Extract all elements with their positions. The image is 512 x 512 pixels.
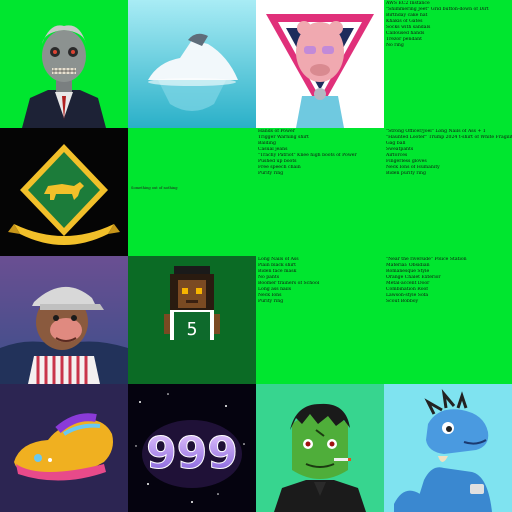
shoe-image xyxy=(0,384,128,512)
tile-frankenstein[interactable] xyxy=(256,384,384,512)
nft-grid: AWS EC2 Instance "Shimmering Jeet" Grid … xyxy=(0,0,512,512)
caption-text: Something out of nothing xyxy=(131,186,178,190)
iceberg-image xyxy=(128,0,256,128)
tile-pixel-character[interactable]: 5 xyxy=(128,256,256,384)
dinosaur-image xyxy=(384,384,512,512)
trait-line: Biden purity ring xyxy=(386,171,426,176)
tile-ape[interactable] xyxy=(0,256,128,384)
tile-alpaca[interactable] xyxy=(256,0,384,128)
traits-list-power: Hands of Power Trigger Warning shirt Bal… xyxy=(258,129,384,177)
trait-line: Purity ring xyxy=(258,299,284,304)
tile-traits-nails[interactable]: Long Nails of Ass Plain black shirt Bide… xyxy=(256,256,384,384)
bull-badge-image xyxy=(0,128,128,256)
number-999-text: 999 xyxy=(146,428,238,479)
traits-list-officer: "Strong Officer/Joel" Long Nails of Ass … xyxy=(386,129,512,177)
number-999-image: 999 xyxy=(128,384,256,512)
tile-bull-badge[interactable] xyxy=(0,128,128,256)
tile-zombie-suit[interactable] xyxy=(0,0,128,128)
tile-dinosaur[interactable] xyxy=(384,384,512,512)
frankenstein-image xyxy=(256,384,384,512)
tile-traits-power[interactable]: Hands of Power Trigger Warning shirt Bal… xyxy=(256,128,384,256)
trait-line: No ring xyxy=(386,43,404,48)
pixel-character-image: 5 xyxy=(128,256,256,384)
trait-line: Scout Bobboy xyxy=(386,299,419,304)
tile-traits-officer[interactable]: "Strong Officer/Joel" Long Nails of Ass … xyxy=(384,128,512,256)
tile-iceberg[interactable] xyxy=(128,0,256,128)
tile-something-nothing[interactable]: Something out of nothing xyxy=(128,128,256,256)
tile-traits-station[interactable]: "Near the riverside" Police Station Mate… xyxy=(384,256,512,384)
tile-shoe[interactable] xyxy=(0,384,128,512)
tile-999[interactable]: 999 xyxy=(128,384,256,512)
traits-list-nails: Long Nails of Ass Plain black shirt Bide… xyxy=(258,257,384,305)
trait-line: Purity ring xyxy=(258,171,284,176)
ape-image xyxy=(0,256,128,384)
tile-traits-aws[interactable]: AWS EC2 Instance "Shimmering Jeet" Grid … xyxy=(384,0,512,128)
traits-list-aws: AWS EC2 Instance "Shimmering Jeet" Grid … xyxy=(386,1,512,49)
traits-list-station: "Near the riverside" Police Station Mate… xyxy=(386,257,512,305)
shirt-number: 5 xyxy=(187,319,198,340)
alpaca-image xyxy=(256,0,384,128)
zombie-suit-image xyxy=(0,0,128,128)
